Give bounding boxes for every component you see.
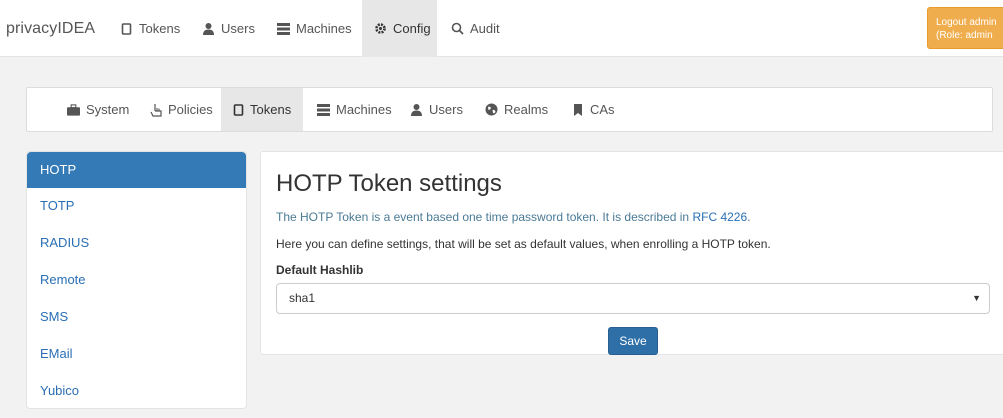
globe-icon: [485, 103, 498, 116]
nav-users-label: Users: [221, 21, 255, 36]
hotp-settings-panel: HOTP Token settings The HOTP Token is a …: [260, 151, 1003, 355]
logout-label: Logout admin: [936, 17, 997, 28]
list-item-email[interactable]: EMail: [27, 336, 246, 372]
hashlib-select[interactable]: sha1 ▼: [276, 283, 990, 314]
user-icon: [410, 103, 423, 116]
briefcase-icon: [67, 103, 80, 116]
hashlib-label: Default Hashlib: [276, 263, 364, 277]
tab-cas-label: CAs: [590, 102, 615, 117]
nav-config[interactable]: Config: [362, 0, 437, 57]
tab-policies[interactable]: Policies: [137, 88, 225, 131]
nav-config-label: Config: [393, 21, 431, 36]
token-icon: [120, 22, 133, 35]
nav-machines-label: Machines: [296, 21, 352, 36]
tab-realms-label: Realms: [504, 102, 549, 117]
nav-audit-label: Audit: [470, 21, 500, 36]
hand-icon: [149, 103, 162, 117]
list-item-radius[interactable]: RADIUS: [27, 225, 246, 261]
token-icon: [233, 103, 244, 116]
rfc-link[interactable]: RFC 4226: [692, 210, 747, 224]
tab-users-label: Users: [429, 102, 463, 117]
description-end: .: [747, 210, 751, 224]
config-subnav: System Policies Tokens Machines Users Re…: [26, 87, 993, 132]
tab-system[interactable]: System: [55, 88, 141, 131]
logout-button[interactable]: Logout admin (Role: admin: [927, 7, 1003, 49]
token-type-list: HOTP TOTP RADIUS Remote SMS EMail Yubico: [26, 151, 247, 409]
tab-system-label: System: [86, 102, 130, 117]
search-icon: [451, 22, 464, 35]
save-button[interactable]: Save: [608, 327, 658, 355]
tab-machines-label: Machines: [336, 102, 392, 117]
server-icon: [277, 22, 290, 35]
bookmark-icon: [571, 103, 584, 116]
help-text: Here you can define settings, that will …: [276, 237, 771, 251]
tab-tokens-label: Tokens: [250, 102, 292, 117]
list-item-sms[interactable]: SMS: [27, 299, 246, 335]
list-item-totp[interactable]: TOTP: [27, 188, 246, 224]
description-text: The HOTP Token is a event based one time…: [276, 210, 693, 224]
nav-tokens[interactable]: Tokens: [108, 0, 192, 57]
tab-realms[interactable]: Realms: [473, 88, 560, 131]
nav-tokens-label: Tokens: [139, 21, 181, 36]
page-title: HOTP Token settings: [276, 170, 502, 197]
gear-icon: [374, 22, 387, 35]
tab-tokens[interactable]: Tokens: [221, 88, 303, 131]
tab-users[interactable]: Users: [398, 88, 475, 131]
user-icon: [202, 22, 215, 35]
list-item-remote[interactable]: Remote: [27, 262, 246, 298]
server-icon: [317, 103, 330, 116]
list-item-hotp[interactable]: HOTP: [27, 152, 246, 188]
logout-role: (Role: admin: [936, 30, 993, 41]
top-navbar: privacyIDEA Tokens Users Machines Config…: [0, 0, 1003, 57]
tab-cas[interactable]: CAs: [559, 88, 627, 131]
list-item-yubico[interactable]: Yubico: [27, 373, 246, 409]
tab-policies-label: Policies: [168, 102, 213, 117]
nav-audit[interactable]: Audit: [439, 0, 512, 57]
hashlib-value: sha1: [289, 291, 316, 305]
nav-users[interactable]: Users: [190, 0, 267, 57]
brand-logo[interactable]: privacyIDEA: [6, 0, 95, 57]
chevron-down-icon: ▼: [972, 293, 981, 303]
token-description: The HOTP Token is a event based one time…: [276, 210, 751, 224]
nav-machines[interactable]: Machines: [265, 0, 364, 57]
tab-machines[interactable]: Machines: [305, 88, 404, 131]
